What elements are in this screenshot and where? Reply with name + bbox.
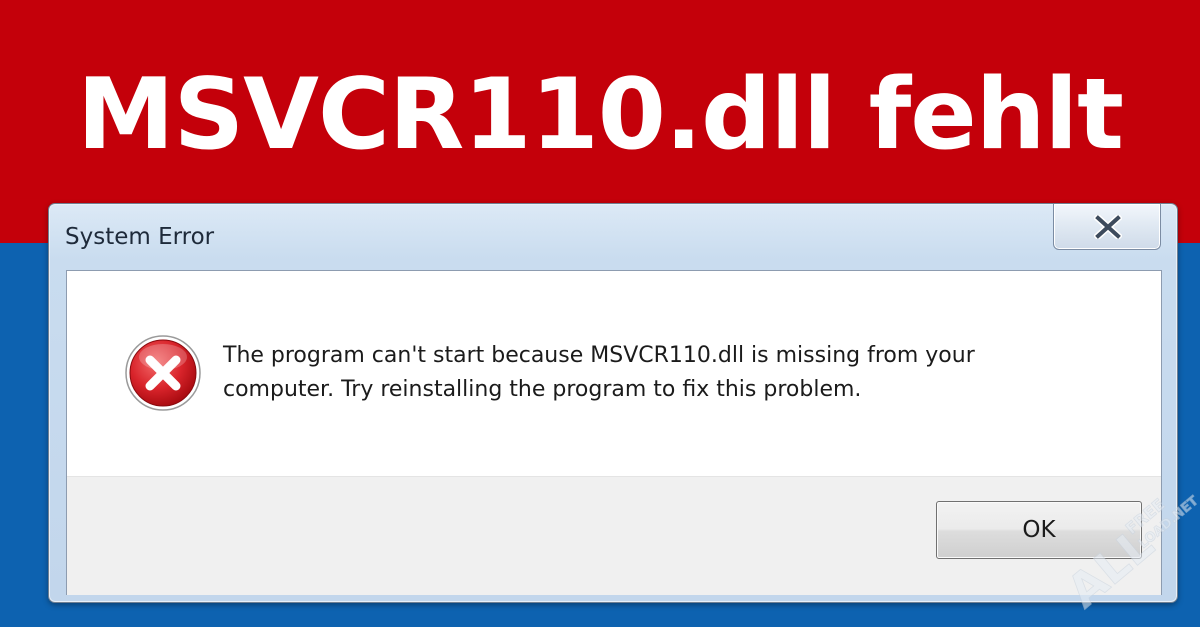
error-message: The program can't start because MSVCR110…: [223, 339, 1123, 407]
system-error-dialog: System Error The program can't start bec…: [48, 203, 1178, 603]
error-message-line-1: The program can't start because MSVCR110…: [223, 343, 975, 368]
banner-headline: MSVCR110.dll fehlt: [77, 58, 1124, 172]
error-message-line-2: computer. Try reinstalling the program t…: [223, 377, 862, 402]
dialog-title: System Error: [65, 224, 215, 250]
watermark-logo: ALL FREE LOAD.NET: [1056, 493, 1200, 619]
dialog-content: The program can't start because MSVCR110…: [66, 270, 1162, 595]
error-icon: [125, 335, 201, 411]
close-button[interactable]: [1053, 204, 1161, 250]
close-icon: [1094, 215, 1122, 239]
